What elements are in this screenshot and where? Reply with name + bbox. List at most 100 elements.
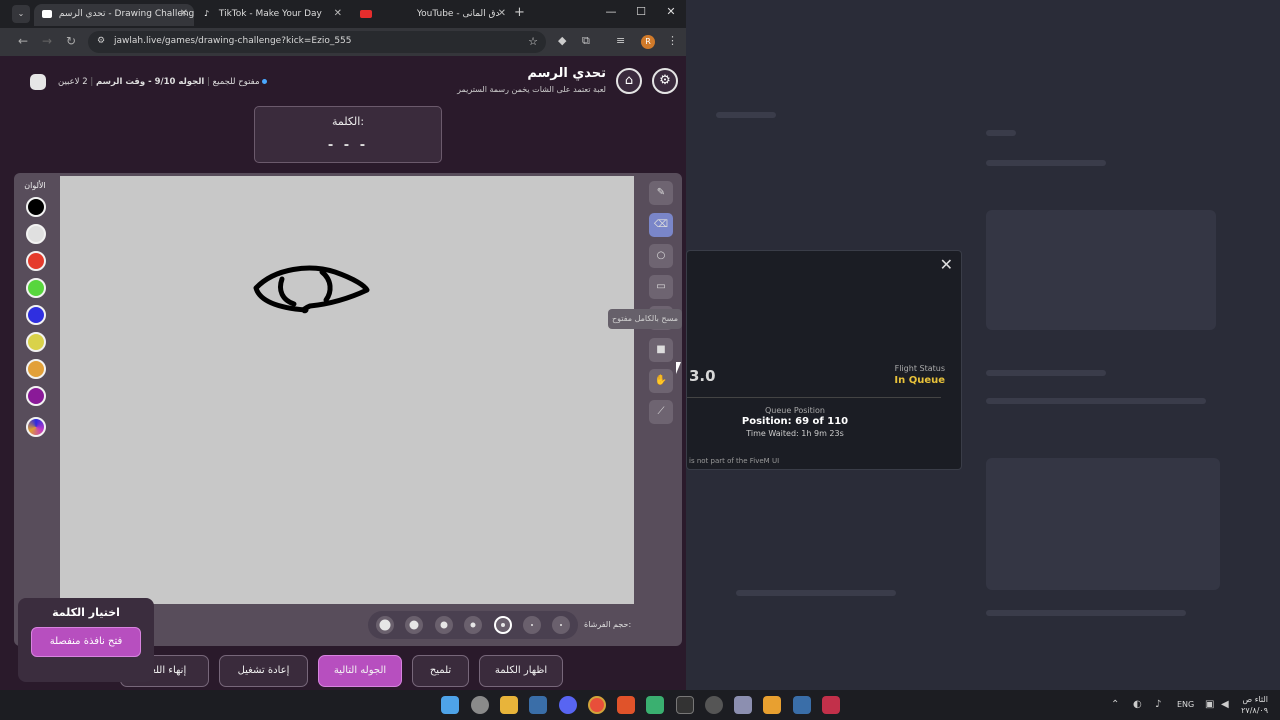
file-explorer-icon[interactable] [500,696,518,714]
circle-tool-icon[interactable]: ○ [649,244,673,268]
back-icon[interactable]: ← [18,34,28,48]
pen-tool-icon[interactable]: ✎ [649,181,673,205]
app-icon[interactable] [734,696,752,714]
tray-overflow-icon[interactable]: ⌃ [1111,699,1119,710]
restart-button[interactable]: إعادة تشغيل [219,655,308,687]
color-swatch[interactable] [26,224,46,244]
tab-label: YouTube - دق المانى [416,9,500,19]
url-text[interactable]: jawlah.live/games/drawing-challenge?kick… [114,36,352,46]
app-icon[interactable] [705,696,723,714]
tiktok-icon: ♪ [204,9,210,18]
open-separate-window-button[interactable]: فتح نافذة منفصلة [31,627,141,657]
chrome-icon[interactable] [588,696,606,714]
drawing-strokes [253,265,370,314]
media-control-icon[interactable]: ≡ [616,34,625,47]
clock[interactable]: الثاء ص ٢٧/٨/٠٩ [1241,694,1268,716]
bg-thumbnail [986,458,1220,590]
app-icon[interactable] [763,696,781,714]
color-swatch[interactable] [26,386,46,406]
color-swatch[interactable] [26,251,46,271]
brush-size-option[interactable] [523,616,541,634]
taskbar: ⌃ ◐ ♪ ENG ▣ ◀ الثاء ص ٢٧/٨/٠٩ [0,690,1280,720]
close-window-icon[interactable]: ✕ [656,5,686,18]
color-swatch[interactable] [26,332,46,352]
app-icon[interactable] [822,696,840,714]
brush-size-option-selected[interactable] [494,616,512,634]
close-icon[interactable]: ✕ [498,8,506,19]
color-swatch[interactable] [26,197,46,217]
tab-label: TikTok - Make Your Day [218,9,322,19]
hint-button[interactable]: تلميح [412,655,469,687]
game-info: مفتوح للجميع | الجوله 9/10 - وقت الرسم |… [58,77,270,87]
word-label: الكلمة: [331,115,365,128]
tab-youtube[interactable]: YouTube - دق المانى ✕ [352,4,512,26]
eraser-tool-icon[interactable]: ⌫ [649,213,673,237]
app-icon[interactable] [676,696,694,714]
reveal-word-button[interactable]: اظهار الكلمة [479,655,563,687]
steam-icon[interactable] [793,696,811,714]
bg-thumbnail [986,210,1216,330]
bg-line [986,370,1106,376]
brush-size-option[interactable] [464,616,482,634]
bg-line [986,398,1206,404]
tab-tiktok[interactable]: ♪ TikTok - Make Your Day ✕ [196,4,348,26]
custom-color-picker[interactable] [26,417,46,437]
drawing-canvas[interactable] [60,176,634,604]
close-icon[interactable]: ✕ [334,8,342,19]
windows-start-icon[interactable] [441,696,459,714]
brush-size-option[interactable] [552,616,570,634]
input-language[interactable]: ENG [1177,700,1194,709]
close-icon[interactable]: ✕ [180,8,188,19]
new-tab-button[interactable]: + [514,5,525,20]
home-icon[interactable]: ⌂ [616,68,642,94]
flight-version: 3.0 [689,367,716,385]
discord-icon[interactable] [30,74,46,90]
profile-avatar[interactable]: R [641,35,655,49]
minimize-icon[interactable]: — [596,5,626,18]
maximize-icon[interactable]: ☐ [626,5,656,18]
forward-icon[interactable]: → [42,34,52,48]
brush-size-option[interactable] [376,616,394,634]
bookmark-star-icon[interactable]: ☆ [528,35,538,48]
brave-icon[interactable] [617,696,635,714]
bg-line [986,130,1016,136]
extensions-puzzle-icon[interactable]: ⧉ [582,34,590,48]
volume-icon[interactable]: ◀ [1221,699,1229,710]
word-mask: - - - [327,138,369,153]
close-icon[interactable]: ✕ [940,255,953,274]
next-round-button[interactable]: الجوله التالية [318,655,402,687]
color-swatch[interactable] [26,359,46,379]
app-icon[interactable] [646,696,664,714]
menu-kebab-icon[interactable]: ⋮ [667,34,678,47]
jawlah-icon [42,9,52,18]
brush-size-option[interactable] [435,616,453,634]
tab-drawing-challenge[interactable]: تحدي الرسم - Drawing Challenge ✕ [34,4,194,26]
reload-icon[interactable]: ↻ [66,34,76,48]
address-bar: ← → ↻ ⚙ jawlah.live/games/drawing-challe… [0,28,686,56]
brush-size-selector [368,611,578,639]
tab-list-button[interactable]: ⌄ [12,5,30,23]
url-box[interactable]: ⚙ jawlah.live/games/drawing-challenge?ki… [88,31,546,53]
site-info-icon[interactable]: ⚙ [97,36,105,46]
rectangle-tool-icon[interactable]: ▭ [649,275,673,299]
tray-app-icon[interactable]: ◐ [1133,699,1142,710]
color-swatch[interactable] [26,305,46,325]
steam-icon[interactable] [529,696,547,714]
flight-queue-dialog: ✕ 3.0 Flight Status In Queue Queue Posit… [686,250,962,470]
microphone-icon[interactable]: ♪ [1155,699,1161,710]
network-icon[interactable]: ▣ [1205,699,1214,710]
color-swatch[interactable] [26,278,46,298]
discord-icon[interactable] [559,696,577,714]
hand-tool-icon[interactable]: ✋ [649,369,673,393]
clock-date: ٢٧/٨/٠٩ [1241,706,1268,715]
time-waited: Time Waited: 1h 9m 23s [746,429,844,438]
settings-icon[interactable] [471,696,489,714]
divider [687,397,941,398]
online-dot-icon [262,79,268,84]
line-tool-icon[interactable]: ⟋ [649,400,673,424]
brush-size-option[interactable] [405,616,423,634]
filled-rectangle-tool-icon[interactable]: ■ [649,338,673,362]
settings-gear-icon[interactable]: ⚙ [652,68,678,94]
page-title: تحدي الرسم [527,66,606,81]
extension-icon[interactable]: ◆ [558,34,566,47]
